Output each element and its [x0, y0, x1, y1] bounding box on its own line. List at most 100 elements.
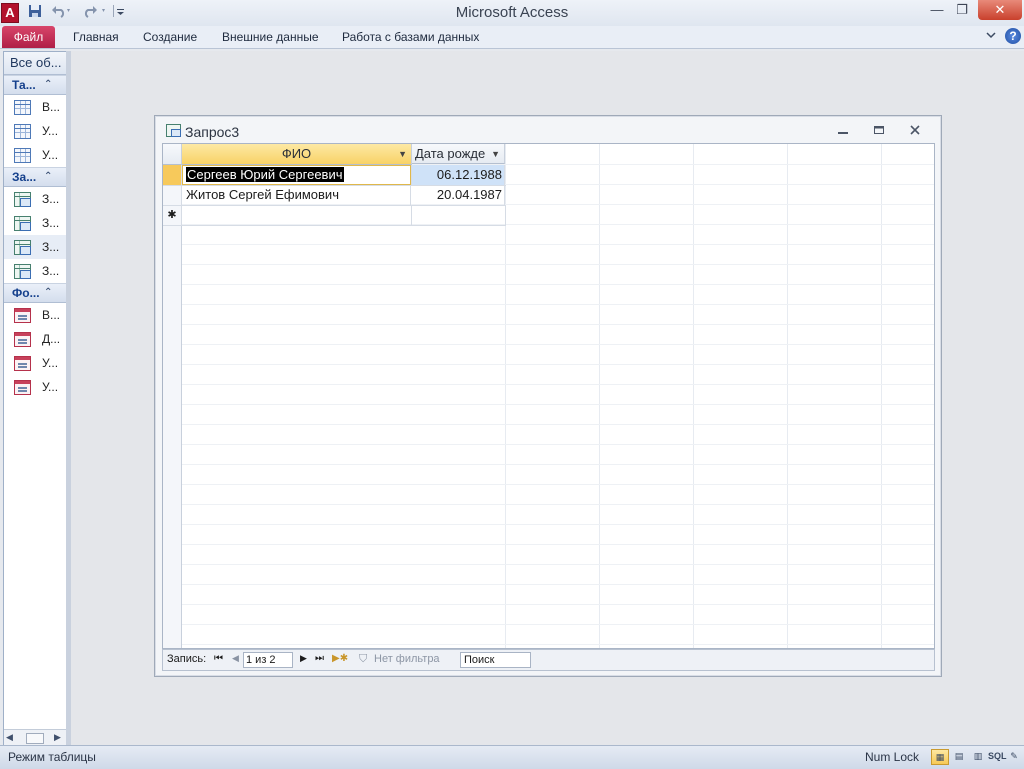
- nav-group-label: Та...: [12, 78, 36, 92]
- column-header-fio[interactable]: ФИО ▼: [182, 144, 412, 165]
- table-icon: [14, 100, 31, 115]
- new-record-nav-icon[interactable]: ▶✱: [332, 653, 348, 664]
- next-record-icon[interactable]: ▶: [300, 653, 307, 664]
- nav-item-form[interactable]: У...: [4, 351, 66, 375]
- nav-item-label: У...: [42, 380, 59, 394]
- query-icon: [14, 240, 31, 255]
- table-icon: [14, 124, 31, 139]
- help-icon[interactable]: ?: [1005, 28, 1021, 44]
- tab-home[interactable]: Главная: [73, 26, 119, 48]
- new-record-icon[interactable]: ✱: [163, 205, 182, 225]
- record-label: Запись:: [167, 653, 207, 665]
- nav-group-tables[interactable]: Та... ⌃: [4, 75, 66, 95]
- nav-item-query[interactable]: З...: [4, 259, 66, 283]
- nav-item-query[interactable]: З...: [4, 187, 66, 211]
- restore-button[interactable]: ❐: [947, 0, 977, 20]
- tab-database-tools[interactable]: Работа с базами данных: [342, 26, 479, 48]
- nav-group-forms[interactable]: Фо... ⌃: [4, 283, 66, 303]
- cell-fio[interactable]: [182, 205, 412, 225]
- cell-birthdate[interactable]: 20.04.1987: [412, 185, 505, 205]
- nav-item-label: В...: [42, 100, 61, 114]
- num-lock-indicator: Num Lock: [865, 750, 920, 764]
- record-navigation-bar: Запись: ⏮ ◀ 1 из 2 ▶ ⏭ ▶✱ ⛉ Нет фильтра …: [162, 649, 935, 671]
- query-window-title: Запрос3: [185, 124, 240, 140]
- filter-icon[interactable]: ⛉: [359, 653, 367, 666]
- nav-horizontal-scrollbar[interactable]: ◀ ▶: [4, 729, 66, 746]
- pivot-chart-view-icon[interactable]: ▥: [970, 749, 986, 763]
- nav-item-label: В...: [42, 308, 61, 322]
- query-icon: [166, 124, 181, 137]
- nav-item-query-selected[interactable]: З...: [4, 235, 66, 259]
- nav-item-form[interactable]: Д...: [4, 327, 66, 351]
- navigation-pane: Все об... Та... ⌃ В... У... У... За... ⌃…: [3, 51, 67, 747]
- sort-dropdown-icon[interactable]: ▼: [398, 144, 407, 164]
- form-icon: [14, 356, 31, 371]
- collapse-chevron-icon[interactable]: ⌃: [44, 284, 52, 302]
- collapse-chevron-icon[interactable]: ⌃: [44, 76, 52, 94]
- record-selector-current[interactable]: [163, 165, 182, 185]
- nav-item-label: У...: [42, 124, 59, 138]
- cell-birthdate[interactable]: [412, 205, 506, 225]
- sql-view-button[interactable]: SQL: [988, 749, 1007, 763]
- previous-record-icon[interactable]: ◀: [232, 653, 239, 664]
- nav-item-label: З...: [42, 192, 60, 206]
- tab-create[interactable]: Создание: [143, 26, 197, 48]
- nav-item-form[interactable]: У...: [4, 375, 66, 399]
- query-window-titlebar[interactable]: Запрос3: [155, 116, 941, 146]
- nav-item-table[interactable]: У...: [4, 143, 66, 167]
- scroll-left-icon[interactable]: ◀: [6, 732, 13, 743]
- nav-group-label: Фо...: [12, 286, 40, 300]
- table-row[interactable]: Сергеев Юрий Сергеевич 06.12.1988: [163, 165, 506, 186]
- form-icon: [14, 380, 31, 395]
- ribbon-tabs: Файл Главная Создание Внешние данные Раб…: [0, 26, 1024, 49]
- query-maximize-button[interactable]: [873, 124, 885, 139]
- nav-item-table[interactable]: У...: [4, 119, 66, 143]
- cell-fio[interactable]: Сергеев Юрий Сергеевич: [182, 165, 412, 185]
- nav-pane-header[interactable]: Все об...: [4, 52, 66, 75]
- nav-item-label: У...: [42, 148, 59, 162]
- last-record-icon[interactable]: ⏭: [315, 653, 324, 664]
- view-mode-status: Режим таблицы: [8, 750, 96, 764]
- first-record-icon[interactable]: ⏮: [214, 653, 223, 664]
- close-button[interactable]: ✕: [978, 0, 1022, 20]
- tab-file[interactable]: Файл: [2, 26, 55, 48]
- nav-item-label: З...: [42, 216, 60, 230]
- scroll-thumb[interactable]: [26, 733, 44, 744]
- nav-item-label: З...: [42, 240, 60, 254]
- column-header-label: Дата рожде: [415, 146, 486, 161]
- tab-external-data[interactable]: Внешние данные: [222, 26, 319, 48]
- table-row[interactable]: Житов Сергей Ефимович 20.04.1987: [163, 185, 506, 206]
- nav-item-table[interactable]: В...: [4, 95, 66, 119]
- no-filter-button[interactable]: Нет фильтра: [374, 653, 440, 665]
- window-title: Microsoft Access: [455, 4, 569, 21]
- cell-birthdate[interactable]: 06.12.1988: [412, 165, 505, 185]
- nav-item-label: У...: [42, 356, 59, 370]
- selected-cell-text: Сергеев Юрий Сергеевич: [186, 167, 344, 182]
- nav-item-label: З...: [42, 264, 60, 278]
- select-all-corner[interactable]: [163, 144, 182, 165]
- table-icon: [14, 148, 31, 163]
- datasheet-view-icon[interactable]: ▦: [931, 749, 949, 765]
- collapse-chevron-icon[interactable]: ⌃: [44, 168, 52, 186]
- pivot-table-view-icon[interactable]: ▤: [951, 749, 967, 763]
- nav-group-queries[interactable]: За... ⌃: [4, 167, 66, 187]
- sort-dropdown-icon[interactable]: ▼: [491, 144, 500, 164]
- nav-item-query[interactable]: З...: [4, 211, 66, 235]
- query-close-button[interactable]: [909, 124, 921, 139]
- status-bar: Режим таблицы Num Lock ▦ ▤ ▥ SQL ✎: [0, 745, 1024, 769]
- column-header-label: ФИО: [281, 146, 312, 161]
- design-view-icon[interactable]: ✎: [1006, 749, 1022, 763]
- ribbon-minimize-icon[interactable]: [985, 29, 997, 44]
- nav-group-label: За...: [12, 170, 37, 184]
- nav-item-label: Д...: [42, 332, 61, 346]
- record-selector[interactable]: [163, 185, 182, 205]
- datasheet-grid[interactable]: ФИО ▼ Дата рожде ▼ Сергеев Юрий Сергееви…: [162, 143, 935, 649]
- search-input[interactable]: Поиск: [460, 652, 531, 668]
- new-record-row[interactable]: ✱: [163, 205, 506, 226]
- current-record-input[interactable]: 1 из 2: [243, 652, 293, 668]
- cell-fio[interactable]: Житов Сергей Ефимович: [182, 185, 411, 205]
- column-header-birthdate[interactable]: Дата рожде ▼: [412, 144, 505, 164]
- scroll-right-icon[interactable]: ▶: [54, 732, 61, 743]
- query-minimize-button[interactable]: [837, 124, 849, 139]
- nav-item-form[interactable]: В...: [4, 303, 66, 327]
